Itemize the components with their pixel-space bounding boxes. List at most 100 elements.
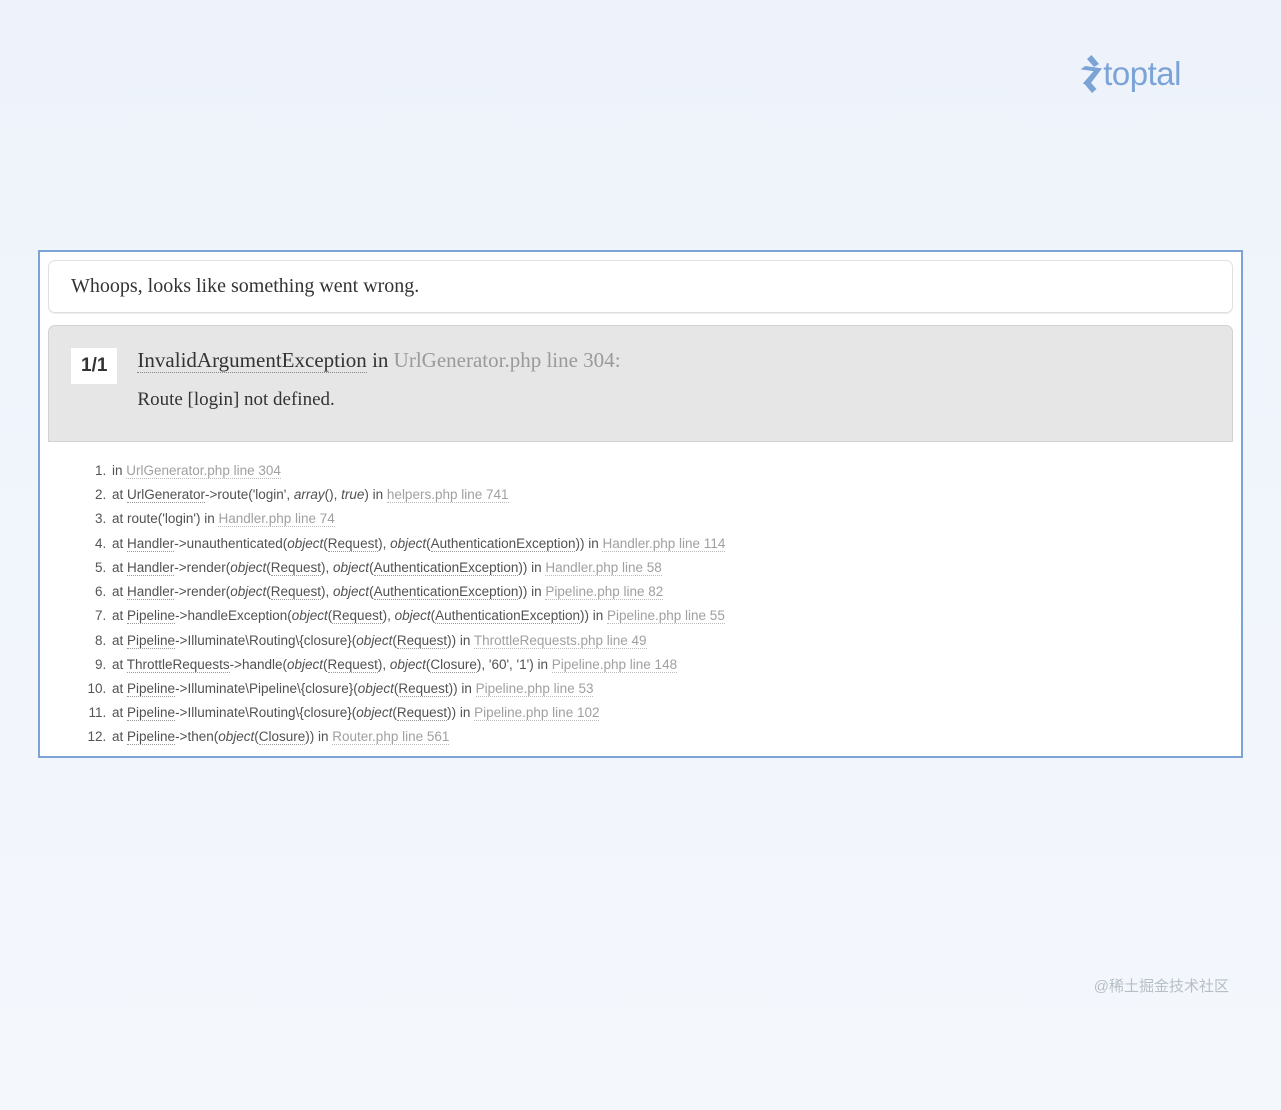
text: )) in	[518, 584, 545, 599]
text: ->handle(	[230, 657, 287, 672]
text: )) in	[305, 729, 332, 744]
toptal-logo: toptal	[1077, 55, 1181, 93]
file-link[interactable]: helpers.php line 741	[387, 487, 509, 503]
text: ) in	[364, 487, 387, 502]
exception-heading: InvalidArgumentException in UrlGenerator…	[137, 348, 1210, 373]
class-link[interactable]: Pipeline	[127, 633, 175, 649]
class-link[interactable]: Closure	[430, 657, 477, 673]
text: ),	[321, 560, 333, 575]
stack-frame: at Pipeline->Illuminate\Routing\{closure…	[110, 632, 1233, 650]
stack-frame: at Pipeline->Illuminate\Routing\{closure…	[110, 704, 1233, 722]
text: ->render(	[174, 560, 230, 575]
file-link[interactable]: Handler.php line 74	[218, 511, 334, 527]
arg: object	[390, 657, 426, 672]
text: (	[369, 584, 374, 599]
text: )) in	[580, 608, 607, 623]
class-link[interactable]: Request	[440, 754, 490, 756]
stack-frame: at Handler->render(object(Request), obje…	[110, 583, 1233, 601]
class-link[interactable]: Request	[328, 657, 378, 673]
file-link[interactable]: Router.php line 520	[518, 754, 635, 756]
arg: object	[356, 705, 392, 720]
class-link[interactable]: Router	[127, 754, 168, 756]
text: ->Illuminate\Routing\{closure}(	[175, 705, 356, 720]
file-link[interactable]: Handler.php line 114	[602, 536, 725, 552]
text: )) in	[447, 633, 474, 648]
credit-watermark: @稀土掘金技术社区	[1094, 975, 1229, 996]
text: ), '60', '1') in	[477, 657, 552, 672]
exception-name[interactable]: InvalidArgumentException	[137, 348, 366, 373]
text: route('login') in	[127, 511, 218, 526]
class-link[interactable]: Pipeline	[127, 608, 175, 624]
file-link[interactable]: Pipeline.php line 82	[545, 584, 663, 600]
arg: object	[390, 536, 426, 551]
file-link[interactable]: Pipeline.php line 102	[474, 705, 599, 721]
text: ->render(	[174, 584, 230, 599]
class-link[interactable]: Route	[352, 754, 388, 756]
class-link[interactable]: AuthenticationException	[435, 608, 580, 624]
class-link[interactable]: ThrottleRequests	[127, 657, 230, 673]
arg: object	[356, 633, 392, 648]
class-link[interactable]: Closure	[259, 729, 306, 745]
text: ->then(	[175, 729, 218, 744]
class-link[interactable]: AuthenticationException	[431, 536, 576, 552]
class-link[interactable]: Request	[328, 536, 378, 552]
arg: object	[311, 754, 347, 756]
class-link[interactable]: Request	[332, 608, 382, 624]
text: )) in	[575, 536, 602, 551]
stack-frame: at ThrottleRequests->handle(object(Reque…	[110, 656, 1233, 674]
class-link[interactable]: Pipeline	[127, 681, 175, 697]
file-link[interactable]: UrlGenerator.php line 304	[126, 463, 281, 479]
text: ->Illuminate\Routing\{closure}(	[175, 633, 356, 648]
arg: object	[400, 754, 436, 756]
text: ->runRouteWithinStack(	[168, 754, 312, 756]
stack-frame: at Router->runRouteWithinStack(object(Ro…	[110, 753, 1233, 756]
arg: object	[287, 657, 323, 672]
text: ),	[383, 608, 395, 623]
file-link[interactable]: Handler.php line 58	[545, 560, 661, 576]
class-link[interactable]: Pipeline	[127, 705, 175, 721]
text: (	[369, 560, 374, 575]
text: (	[426, 536, 431, 551]
text: ),	[388, 754, 400, 756]
arg: object	[358, 681, 394, 696]
stack-frame: at Pipeline->then(object(Closure)) in Ro…	[110, 728, 1233, 746]
arg: array	[294, 487, 325, 502]
text: (),	[325, 487, 342, 502]
error-title-bar: Whoops, looks like something went wrong.	[48, 260, 1233, 313]
arg: object	[218, 729, 254, 744]
arg: true	[341, 487, 364, 502]
class-link[interactable]: Request	[397, 705, 447, 721]
class-link[interactable]: Request	[397, 633, 447, 649]
stack-frame: at Pipeline->Illuminate\Pipeline\{closur…	[110, 680, 1233, 698]
stack-frame: at UrlGenerator->route('login', array(),…	[110, 486, 1233, 504]
stack-frame: at Handler->unauthenticated(object(Reque…	[110, 535, 1233, 553]
class-link[interactable]: Handler	[127, 560, 174, 576]
file-link[interactable]: Pipeline.php line 55	[607, 608, 725, 624]
class-link[interactable]: Handler	[127, 536, 174, 552]
arg: object	[333, 584, 369, 599]
file-link[interactable]: Pipeline.php line 53	[476, 681, 594, 697]
stack-frame: in UrlGenerator.php line 304	[110, 462, 1233, 480]
file-link[interactable]: ThrottleRequests.php line 49	[474, 633, 647, 649]
in-word: in	[372, 348, 394, 372]
class-link[interactable]: AuthenticationException	[374, 584, 519, 600]
text: ->handleException(	[175, 608, 292, 623]
text: ->unauthenticated(	[174, 536, 287, 551]
class-link[interactable]: Request	[271, 584, 321, 600]
class-link[interactable]: UrlGenerator	[127, 487, 205, 503]
file-link[interactable]: Pipeline.php line 148	[552, 657, 677, 673]
exception-header: 1/1 InvalidArgumentException in UrlGener…	[48, 325, 1233, 442]
file-link[interactable]: Router.php line 561	[332, 729, 449, 745]
stack-frame: at Pipeline->handleException(object(Requ…	[110, 607, 1233, 625]
class-link[interactable]: Pipeline	[127, 729, 175, 745]
text: )) in	[449, 681, 476, 696]
arg: object	[230, 560, 266, 575]
class-link[interactable]: Request	[398, 681, 448, 697]
text: ->route('login',	[205, 487, 294, 502]
exception-message: Route [login] not defined.	[137, 389, 1210, 411]
class-link[interactable]: Request	[271, 560, 321, 576]
class-link[interactable]: Handler	[127, 584, 174, 600]
class-link[interactable]: AuthenticationException	[374, 560, 519, 576]
arg: object	[230, 584, 266, 599]
exception-location[interactable]: UrlGenerator.php line 304	[394, 348, 615, 372]
